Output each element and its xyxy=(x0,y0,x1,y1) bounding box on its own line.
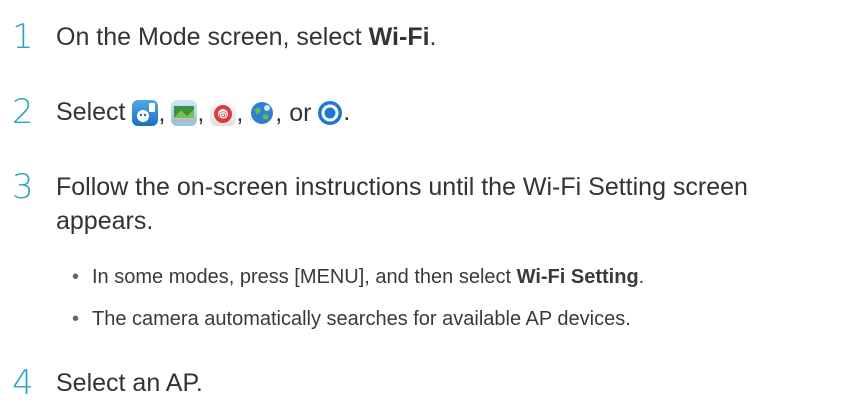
step-4: 4 Select an AP. xyxy=(12,366,203,400)
step-number: 3 xyxy=(12,167,34,207)
icon-group: , , @ , , or xyxy=(132,96,343,130)
step-1: 1 On the Mode screen, select Wi-Fi. xyxy=(12,20,437,54)
step-text: Follow the on-screen instructions until … xyxy=(56,173,748,235)
bullet-dot: • xyxy=(72,308,80,330)
step-number: 1 xyxy=(12,17,34,57)
bullet-dot: • xyxy=(72,266,80,288)
pc-auto-backup-icon xyxy=(171,100,198,126)
step-text: On the Mode screen, select Wi-Fi. xyxy=(56,23,437,51)
note-item: • In some modes, press [MENU], and then … xyxy=(72,262,644,292)
step-2: 2 Select , , @ , , or . xyxy=(12,95,350,130)
svg-text:@: @ xyxy=(219,111,228,121)
step-3: 3 Follow the on-screen instructions unti… xyxy=(12,170,748,238)
step-text: Select an AP. xyxy=(56,369,203,397)
instructions-page: 1 On the Mode screen, select Wi-Fi. 2 Se… xyxy=(0,0,846,407)
sns-cloud-icon xyxy=(249,100,275,126)
note-item: • The camera automatically searches for … xyxy=(72,304,644,334)
wifi-term: Wi-Fi xyxy=(368,23,430,51)
step-text: Select , , @ , , or . xyxy=(56,95,350,130)
tv-link-icon xyxy=(317,100,343,126)
step-number: 4 xyxy=(12,363,34,403)
step-3-notes: • In some modes, press [MENU], and then … xyxy=(72,262,644,334)
email-icon: @ xyxy=(210,100,237,126)
mobile-link-icon xyxy=(132,100,159,126)
step-number: 2 xyxy=(12,92,34,132)
